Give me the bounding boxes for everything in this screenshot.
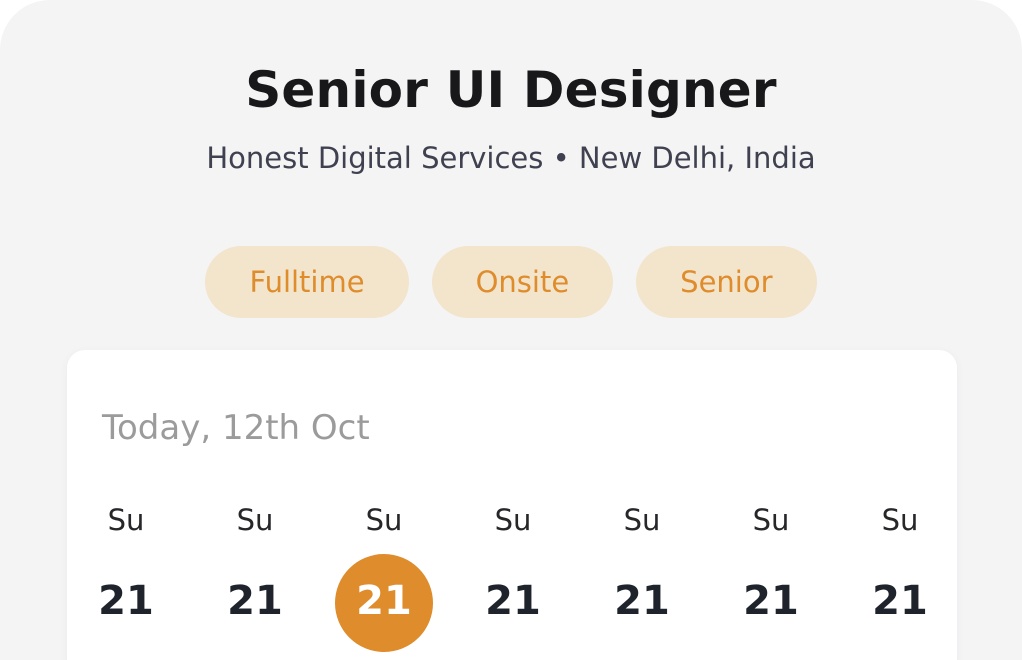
date-number: 21: [614, 578, 670, 624]
weekday-label: Su: [881, 503, 919, 537]
day-item[interactable]: Su 21: [463, 500, 563, 660]
date-number: 21: [98, 578, 154, 624]
day-item[interactable]: Su 21: [850, 500, 950, 660]
weekday-label: Su: [365, 503, 403, 537]
weekday-label: Su: [623, 503, 661, 537]
date-number: 21: [227, 578, 283, 624]
day-item[interactable]: Su 21: [76, 500, 176, 660]
weekday-label: Su: [236, 503, 274, 537]
weekday-label: Su: [107, 503, 145, 537]
tag-list: Fulltime Onsite Senior: [0, 246, 1022, 318]
job-title: Senior UI Designer: [245, 61, 777, 119]
calendar-card: Today, 12th Oct Su 21 Su 21 Su 21 Su 21: [67, 350, 957, 660]
job-subtitle: Honest Digital Services • New Delhi, Ind…: [206, 141, 816, 175]
date-number: 21: [356, 578, 412, 624]
tag-senior[interactable]: Senior: [636, 246, 817, 318]
weekday-label: Su: [494, 503, 532, 537]
job-detail-screen: Senior UI Designer Honest Digital Servic…: [0, 0, 1022, 660]
day-item[interactable]: Su 21: [721, 500, 821, 660]
day-item[interactable]: Su 21: [205, 500, 305, 660]
day-strip: Su 21 Su 21 Su 21 Su 21 Su 21 Su 21 Su 2…: [67, 500, 957, 660]
tag-fulltime[interactable]: Fulltime: [205, 246, 409, 318]
weekday-label: Su: [752, 503, 790, 537]
date-number: 21: [872, 578, 928, 624]
date-number: 21: [743, 578, 799, 624]
day-item-selected[interactable]: Su 21: [334, 500, 434, 660]
date-number: 21: [485, 578, 541, 624]
day-item[interactable]: Su 21: [592, 500, 692, 660]
today-label: Today, 12th Oct: [102, 408, 370, 448]
tag-onsite[interactable]: Onsite: [431, 246, 614, 318]
